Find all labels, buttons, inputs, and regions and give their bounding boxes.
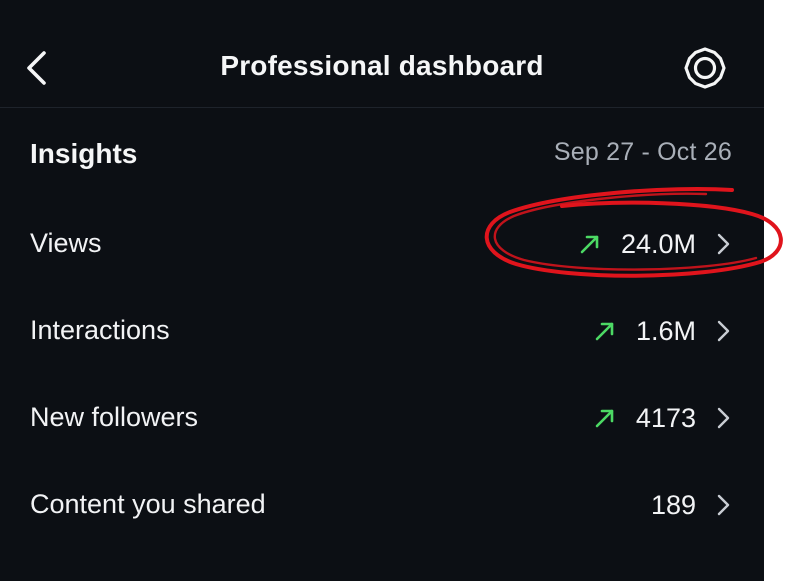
insights-row-new-followers[interactable]: New followers 4173: [0, 388, 764, 448]
row-value: 1.6M: [635, 315, 696, 346]
chevron-right-icon: [716, 231, 730, 257]
row-value: 24.0M: [620, 228, 696, 259]
trend-up-arrow-icon: [594, 318, 620, 344]
insights-row-content-shared[interactable]: Content you shared 189: [0, 475, 764, 535]
trend-up-arrow-icon: [594, 405, 620, 431]
trend-up-arrow-icon: [579, 231, 605, 257]
chevron-right-icon: [716, 318, 730, 344]
row-label: Interactions: [30, 315, 170, 345]
top-nav-bar: Professional dashboard: [0, 0, 764, 108]
row-value: 4173: [635, 402, 696, 433]
dashboard-screen: Professional dashboard Insights Sep 27 -…: [0, 0, 764, 581]
row-label: New followers: [30, 402, 199, 432]
page-title: Professional dashboard: [220, 50, 544, 81]
row-label: Content you shared: [30, 489, 266, 519]
insights-heading: Insights: [30, 138, 138, 169]
settings-button[interactable]: [680, 44, 730, 92]
chevron-right-icon: [716, 405, 730, 431]
chevron-right-icon: [716, 492, 730, 518]
insights-row-interactions[interactable]: Interactions 1.6M: [0, 301, 764, 361]
insights-row-views[interactable]: Views 24.0M: [0, 214, 764, 274]
gear-icon: [684, 47, 726, 89]
row-label: Views: [30, 228, 102, 258]
date-range-label[interactable]: Sep 27 - Oct 26: [554, 138, 732, 167]
row-value: 189: [650, 489, 696, 520]
